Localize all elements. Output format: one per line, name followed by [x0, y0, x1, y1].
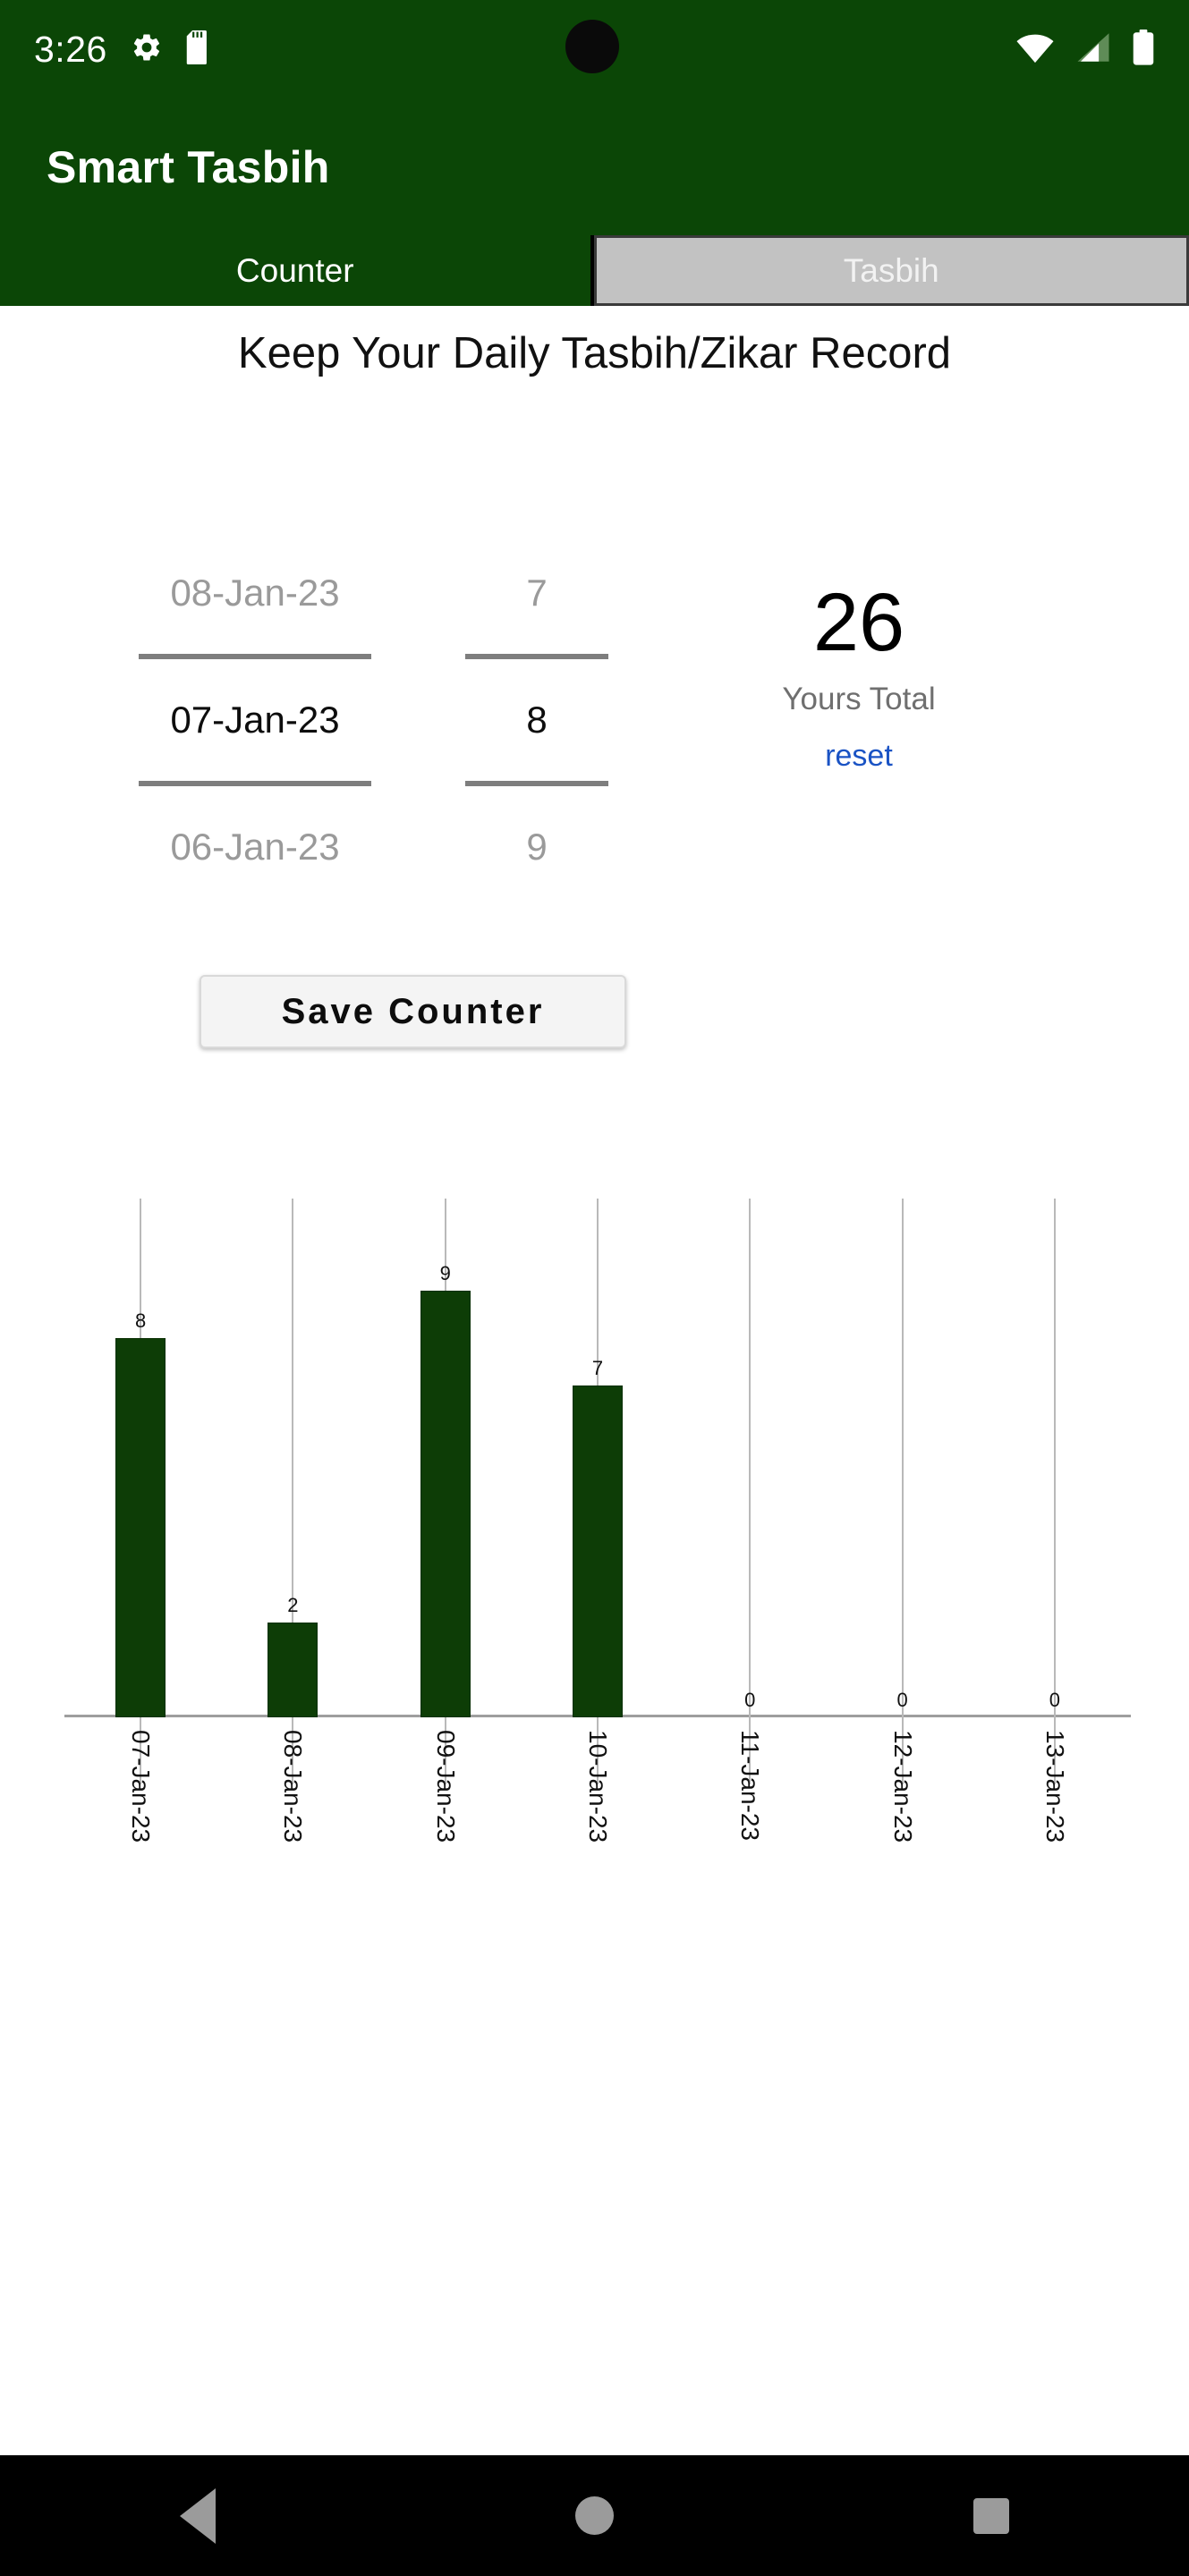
count-picker-next[interactable]: 9: [465, 786, 608, 908]
daily-record-bar-chart: 8 07-Jan-23 2 08-Jan-23 9 09-Jan-23 7 10-Jan-23…: [64, 1199, 1131, 1843]
tab-counter-label: Counter: [235, 251, 354, 289]
chart-x-tick-label: 09-Jan-23: [431, 1730, 460, 1843]
counter-entry-section: 08-Jan-23 07-Jan-23 06-Jan-23 7 8 9 26 Y…: [0, 532, 1189, 944]
chart-column: 0 11-Jan-23: [705, 1199, 794, 1841]
home-icon[interactable]: [575, 2496, 614, 2535]
camera-cutout: [565, 20, 619, 73]
chart-x-tick-label: 13-Jan-23: [1040, 1730, 1069, 1843]
total-panel: 26 Yours Total reset: [707, 581, 1011, 774]
chart-bar-value-label: 0: [896, 1689, 908, 1711]
chart-x-tick-label: 07-Jan-23: [127, 1730, 156, 1843]
tab-tasbih[interactable]: Tasbih: [593, 235, 1189, 306]
page-title: Smart Tasbih: [47, 141, 330, 192]
back-icon[interactable]: [180, 2487, 216, 2544]
wifi-icon: [1015, 31, 1055, 68]
section-heading: Keep Your Daily Tasbih/Zikar Record: [237, 329, 952, 377]
android-navigation-bar: [0, 2455, 1189, 2576]
chart-column: 0 12-Jan-23: [858, 1199, 947, 1843]
chart-bar: [115, 1338, 166, 1717]
total-value: 26: [812, 577, 905, 668]
status-bar: 3:26: [0, 0, 1189, 98]
app-bar: Smart Tasbih: [0, 98, 1189, 235]
chart-bar-value-label: 7: [591, 1357, 604, 1379]
recents-icon[interactable]: [973, 2497, 1009, 2534]
date-picker[interactable]: 08-Jan-23 07-Jan-23 06-Jan-23: [139, 532, 371, 908]
count-picker-previous[interactable]: 7: [465, 532, 608, 654]
chart-x-tick-label: 11-Jan-23: [736, 1730, 765, 1842]
chart-bar-value-label: 0: [1049, 1689, 1060, 1711]
count-picker[interactable]: 7 8 9: [465, 532, 608, 908]
tab-bar: Counter Tasbih: [0, 235, 1189, 306]
chart-column: 7 10-Jan-23: [553, 1199, 642, 1843]
chart-x-tick-label: 10-Jan-23: [584, 1730, 612, 1843]
count-picker-selected[interactable]: 8: [465, 659, 608, 781]
sd-card-icon: [186, 30, 213, 69]
chart-column: 9 09-Jan-23: [401, 1199, 490, 1843]
clock-label: 3:26: [34, 28, 107, 70]
chart-column: 8 07-Jan-23: [96, 1199, 185, 1843]
date-picker-selected[interactable]: 07-Jan-23: [139, 659, 371, 781]
chart-x-tick-label: 08-Jan-23: [279, 1730, 308, 1843]
chart-bar-value-label: 9: [439, 1262, 451, 1284]
date-picker-previous[interactable]: 08-Jan-23: [139, 532, 371, 654]
reset-link[interactable]: reset: [707, 739, 1011, 774]
chart-bar-value-label: 2: [287, 1594, 299, 1616]
chart-bar: [573, 1385, 623, 1717]
chart-bar-value-label: 0: [744, 1689, 756, 1711]
chart-x-tick-label: 12-Jan-23: [888, 1730, 917, 1843]
save-counter-label: Save Counter: [281, 991, 545, 1031]
total-label: Yours Total: [782, 682, 936, 716]
status-bar-left: 3:26: [34, 30, 213, 69]
battery-icon: [1132, 29, 1155, 70]
save-counter-button[interactable]: Save Counter: [200, 975, 626, 1048]
chart-bar-value-label: 8: [135, 1309, 147, 1332]
chart-bar: [268, 1623, 318, 1717]
gear-icon: [131, 31, 163, 68]
date-picker-next[interactable]: 06-Jan-23: [139, 786, 371, 908]
cellular-signal-icon: [1074, 31, 1112, 68]
chart-bar: [420, 1291, 471, 1717]
app-screen: 3:26 Smart Tasbih Counter Tasbih Keep Yo…: [0, 0, 1189, 2576]
chart-column: 0 13-Jan-23: [1010, 1199, 1100, 1843]
tab-counter[interactable]: Counter: [0, 235, 594, 306]
tab-tasbih-label: Tasbih: [843, 251, 939, 289]
chart-column: 2 08-Jan-23: [248, 1199, 337, 1843]
status-bar-right: [1015, 29, 1155, 70]
